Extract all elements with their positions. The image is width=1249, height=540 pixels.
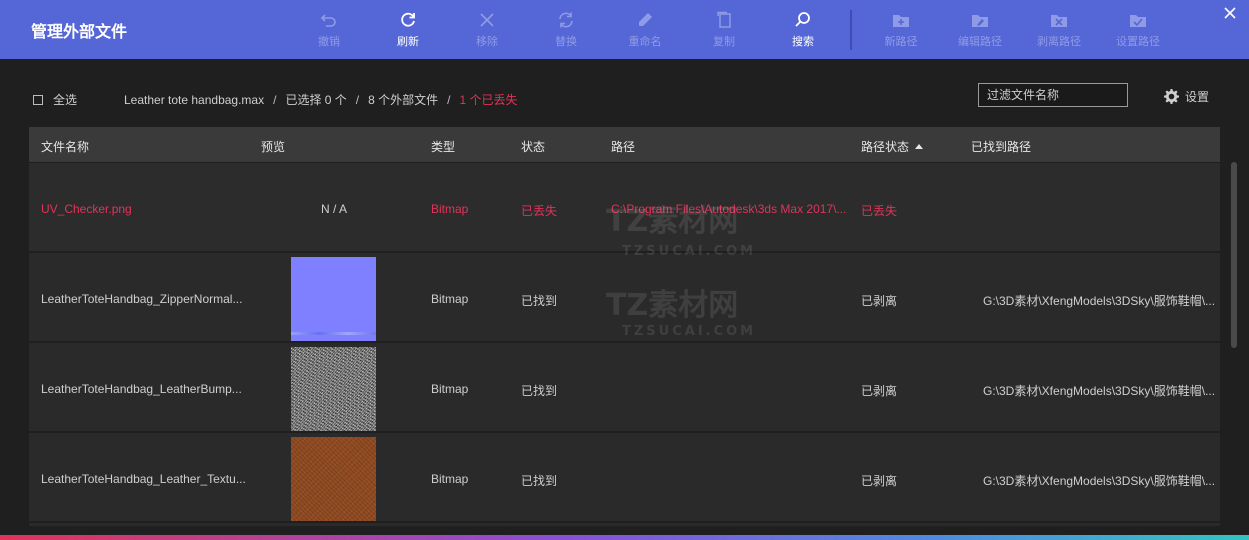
replace-button[interactable]: 替换 bbox=[536, 8, 596, 52]
path-status-header-label: 路径状态 bbox=[861, 140, 910, 154]
status-cell: 已找到 bbox=[521, 474, 558, 488]
table-header: 文件名称 预览 类型 状态 路径 路径状态 已找到路径 bbox=[29, 127, 1220, 162]
table-row[interactable]: LeatherToteHandbag_ZipperNormal... Bitma… bbox=[29, 253, 1220, 341]
path-status-cell: 已剥离 bbox=[861, 474, 898, 488]
column-header-found-path[interactable]: 已找到路径 bbox=[971, 138, 1031, 155]
settings-button[interactable]: 设置 bbox=[1164, 88, 1209, 105]
edit-path-button[interactable]: 编辑路径 bbox=[950, 8, 1010, 52]
new-path-label: 新路径 bbox=[884, 36, 918, 48]
type-cell: Bitmap bbox=[431, 472, 469, 486]
remove-button[interactable]: 移除 bbox=[457, 8, 517, 52]
type-cell: Bitmap bbox=[431, 292, 469, 306]
type-cell: Bitmap bbox=[431, 202, 469, 216]
file-name-cell: UV_Checker.png bbox=[41, 202, 132, 216]
column-header-path-status[interactable]: 路径状态 bbox=[861, 138, 924, 155]
undo-button[interactable]: 撤销 bbox=[299, 8, 359, 52]
replace-label: 替换 bbox=[555, 36, 577, 48]
status-cell: 已找到 bbox=[521, 294, 558, 308]
new-path-icon bbox=[893, 15, 909, 27]
refresh-icon bbox=[401, 12, 415, 27]
table-row[interactable]: LeatherToteHandbag_LeatherBump... Bitmap… bbox=[29, 343, 1220, 431]
found-path-cell: G:\3D素材\XfengModels\3DSky\服饰鞋帽\... bbox=[983, 294, 1216, 308]
strip-path-label: 剥离路径 bbox=[1037, 36, 1081, 48]
new-path-button[interactable]: 新路径 bbox=[871, 8, 931, 52]
table-row[interactable]: UV_Checker.png N / A Bitmap 已丢失 C:\Progr… bbox=[29, 163, 1220, 251]
external-file-count: 8 个外部文件 bbox=[368, 93, 439, 107]
info-bar: 全选 Leather tote handbag.max / 已选择 0 个 / 8 个外… bbox=[0, 59, 1249, 127]
table-row[interactable] bbox=[29, 523, 1220, 526]
settings-label: 设置 bbox=[1185, 90, 1210, 104]
toolbar-divider bbox=[850, 10, 852, 50]
leather-texture-thumbnail bbox=[291, 437, 376, 521]
set-path-icon bbox=[1130, 15, 1146, 27]
path-status-cell: 已丢失 bbox=[861, 204, 898, 218]
file-name-cell: LeatherToteHandbag_ZipperNormal... bbox=[41, 292, 243, 306]
column-header-status[interactable]: 状态 bbox=[521, 138, 545, 155]
search-button[interactable]: 搜索 bbox=[773, 8, 833, 52]
copy-label: 复制 bbox=[713, 36, 735, 48]
window-title: 管理外部文件 bbox=[31, 24, 128, 41]
gear-icon bbox=[1164, 89, 1179, 104]
select-all-label: 全选 bbox=[53, 93, 78, 107]
column-header-preview[interactable]: 预览 bbox=[261, 138, 285, 155]
copy-button[interactable]: 复制 bbox=[694, 8, 754, 52]
scene-file-name: Leather tote handbag.max bbox=[124, 93, 265, 107]
preview-na-label: N / A bbox=[321, 202, 348, 216]
set-path-button[interactable]: 设置路径 bbox=[1108, 8, 1168, 52]
path-status-cell: 已剥离 bbox=[861, 294, 898, 308]
bump-map-thumbnail bbox=[291, 347, 376, 431]
status-cell: 已找到 bbox=[521, 384, 558, 398]
remove-label: 移除 bbox=[476, 36, 498, 48]
undo-label: 撤销 bbox=[318, 36, 340, 48]
normal-map-thumbnail bbox=[291, 257, 376, 341]
search-icon bbox=[795, 12, 810, 27]
file-name-cell: LeatherToteHandbag_LeatherBump... bbox=[41, 382, 242, 396]
rename-label: 重命名 bbox=[628, 36, 662, 48]
file-name-cell: LeatherToteHandbag_Leather_Textu... bbox=[41, 472, 246, 486]
strip-path-button[interactable]: 剥离路径 bbox=[1029, 8, 1089, 52]
vertical-scrollbar[interactable] bbox=[1231, 162, 1237, 348]
breadcrumb-separator: / bbox=[355, 93, 360, 107]
breadcrumb-separator: / bbox=[447, 93, 451, 107]
column-header-type[interactable]: 类型 bbox=[431, 138, 455, 155]
edit-path-icon bbox=[972, 15, 988, 27]
refresh-button[interactable]: 刷新 bbox=[378, 8, 438, 52]
missing-count[interactable]: 1 个已丢失 bbox=[460, 93, 518, 107]
copy-icon bbox=[717, 11, 731, 28]
table-row[interactable]: LeatherToteHandbag_Leather_Textu... Bitm… bbox=[29, 433, 1220, 521]
replace-icon bbox=[559, 12, 573, 28]
set-path-label: 设置路径 bbox=[1116, 36, 1160, 48]
accent-bar bbox=[0, 535, 1249, 540]
undo-icon bbox=[320, 14, 336, 27]
select-all-checkbox[interactable]: 全选 bbox=[33, 91, 77, 108]
rename-icon bbox=[639, 13, 652, 26]
breadcrumb-separator: / bbox=[273, 93, 277, 107]
search-label: 搜索 bbox=[792, 36, 814, 48]
title-bar: 管理外部文件 撤销 刷新 移除 替换 重命名 复制 搜索 新路径 编辑路径 剥离… bbox=[0, 0, 1249, 59]
filter-filename-input[interactable] bbox=[978, 83, 1128, 107]
sort-ascending-icon bbox=[915, 144, 924, 149]
status-cell: 已丢失 bbox=[521, 204, 558, 218]
breadcrumb: Leather tote handbag.max / 已选择 0 个 / 8 个外部文件… bbox=[124, 91, 518, 108]
column-header-path[interactable]: 路径 bbox=[611, 138, 635, 155]
path-cell: C:\Program Files\Autodesk\3ds Max 2017\.… bbox=[611, 202, 847, 216]
rename-button[interactable]: 重命名 bbox=[615, 8, 675, 52]
file-table-body: UV_Checker.png N / A Bitmap 已丢失 C:\Progr… bbox=[29, 162, 1220, 526]
refresh-label: 刷新 bbox=[397, 36, 419, 48]
checkbox-box[interactable] bbox=[33, 94, 43, 105]
column-header-filename[interactable]: 文件名称 bbox=[41, 138, 89, 155]
selected-count: 已选择 0 个 bbox=[285, 93, 347, 107]
path-status-cell: 已剥离 bbox=[861, 384, 898, 398]
type-cell: Bitmap bbox=[431, 382, 469, 396]
close-icon bbox=[1224, 7, 1236, 19]
found-path-cell: G:\3D素材\XfengModels\3DSky\服饰鞋帽\... bbox=[983, 384, 1216, 398]
found-path-cell: G:\3D素材\XfengModels\3DSky\服饰鞋帽\... bbox=[983, 474, 1216, 488]
edit-path-label: 编辑路径 bbox=[958, 36, 1002, 48]
close-window-button[interactable] bbox=[1224, 6, 1240, 22]
strip-path-icon bbox=[1051, 15, 1067, 27]
remove-icon bbox=[480, 13, 494, 27]
